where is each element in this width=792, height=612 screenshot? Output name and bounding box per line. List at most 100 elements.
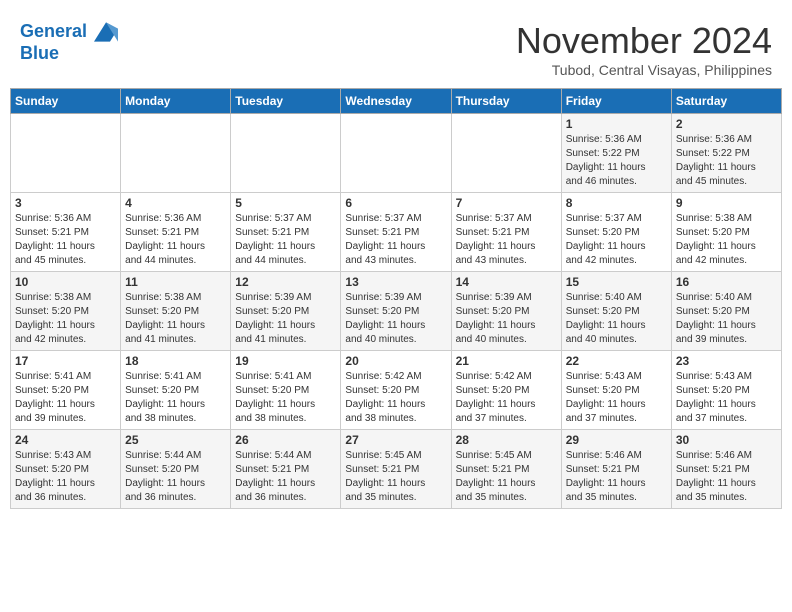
day-info: Sunrise: 5:38 AM Sunset: 5:20 PM Dayligh…: [676, 212, 777, 268]
calendar-cell: 3 Sunrise: 5:36 AM Sunset: 5:21 PM Daylig…: [11, 193, 121, 272]
day-number: 8: [566, 196, 667, 210]
weekday-header-saturday: Saturday: [671, 89, 781, 114]
day-number: 27: [345, 433, 446, 447]
calendar-cell: 14Sunrise: 5:39 AM Sunset: 5:20 PM Dayli…: [451, 272, 561, 351]
calendar-cell: 1 Sunrise: 5:36 AM Sunset: 5:22 PM Daylig…: [561, 114, 671, 193]
day-info: Sunrise: 5:44 AM Sunset: 5:20 PM Dayligh…: [125, 449, 226, 505]
day-info: Sunrise: 5:39 AM Sunset: 5:20 PM Dayligh…: [235, 291, 336, 347]
day-number: 12: [235, 275, 336, 289]
day-info: Sunrise: 5:36 AM Sunset: 5:21 PM Dayligh…: [15, 212, 116, 268]
calendar-cell: 16Sunrise: 5:40 AM Sunset: 5:20 PM Dayli…: [671, 272, 781, 351]
day-number: 10: [15, 275, 116, 289]
day-info: Sunrise: 5:39 AM Sunset: 5:20 PM Dayligh…: [456, 291, 557, 347]
calendar-cell: 12 Sunrise: 5:39 AM Sunset: 5:20 PM Dayli…: [231, 272, 341, 351]
calendar-cell: [121, 114, 231, 193]
weekday-header-friday: Friday: [561, 89, 671, 114]
calendar-week-row: 17 Sunrise: 5:41 AM Sunset: 5:20 PM Dayli…: [11, 351, 782, 430]
day-info: Sunrise: 5:36 AM Sunset: 5:22 PM Dayligh…: [676, 133, 777, 189]
day-number: 19: [235, 354, 336, 368]
calendar-cell: 26 Sunrise: 5:44 AM Sunset: 5:21 PM Dayli…: [231, 430, 341, 509]
day-info: Sunrise: 5:40 AM Sunset: 5:20 PM Dayligh…: [566, 291, 667, 347]
day-number: 21: [456, 354, 557, 368]
month-title: November 2024: [516, 20, 772, 62]
day-info: Sunrise: 5:37 AM Sunset: 5:21 PM Dayligh…: [345, 212, 446, 268]
calendar-table: SundayMondayTuesdayWednesdayThursdayFrid…: [10, 88, 782, 509]
day-info: Sunrise: 5:45 AM Sunset: 5:21 PM Dayligh…: [345, 449, 446, 505]
logo: General Blue: [20, 20, 118, 64]
day-info: Sunrise: 5:37 AM Sunset: 5:21 PM Dayligh…: [235, 212, 336, 268]
weekday-header-tuesday: Tuesday: [231, 89, 341, 114]
day-info: Sunrise: 5:43 AM Sunset: 5:20 PM Dayligh…: [676, 370, 777, 426]
day-info: Sunrise: 5:38 AM Sunset: 5:20 PM Dayligh…: [125, 291, 226, 347]
calendar-week-row: 3 Sunrise: 5:36 AM Sunset: 5:21 PM Daylig…: [11, 193, 782, 272]
day-number: 6: [345, 196, 446, 210]
day-info: Sunrise: 5:42 AM Sunset: 5:20 PM Dayligh…: [345, 370, 446, 426]
day-info: Sunrise: 5:45 AM Sunset: 5:21 PM Dayligh…: [456, 449, 557, 505]
day-number: 23: [676, 354, 777, 368]
page-header: General Blue November 2024 Tubod, Centra…: [10, 10, 782, 83]
day-number: 9: [676, 196, 777, 210]
day-info: Sunrise: 5:42 AM Sunset: 5:20 PM Dayligh…: [456, 370, 557, 426]
day-info: Sunrise: 5:41 AM Sunset: 5:20 PM Dayligh…: [235, 370, 336, 426]
calendar-cell: 7Sunrise: 5:37 AM Sunset: 5:21 PM Daylig…: [451, 193, 561, 272]
logo-text: General: [20, 20, 118, 44]
calendar-cell: 2Sunrise: 5:36 AM Sunset: 5:22 PM Daylig…: [671, 114, 781, 193]
day-info: Sunrise: 5:38 AM Sunset: 5:20 PM Dayligh…: [15, 291, 116, 347]
day-number: 3: [15, 196, 116, 210]
day-number: 15: [566, 275, 667, 289]
day-number: 18: [125, 354, 226, 368]
calendar-cell: [451, 114, 561, 193]
calendar-cell: 15 Sunrise: 5:40 AM Sunset: 5:20 PM Dayli…: [561, 272, 671, 351]
logo-blue-text: Blue: [20, 44, 118, 64]
day-number: 29: [566, 433, 667, 447]
calendar-cell: 21 Sunrise: 5:42 AM Sunset: 5:20 PM Dayli…: [451, 351, 561, 430]
calendar-week-row: 24Sunrise: 5:43 AM Sunset: 5:20 PM Dayli…: [11, 430, 782, 509]
calendar-cell: 4Sunrise: 5:36 AM Sunset: 5:21 PM Daylig…: [121, 193, 231, 272]
calendar-cell: 28Sunrise: 5:45 AM Sunset: 5:21 PM Dayli…: [451, 430, 561, 509]
calendar-cell: 10 Sunrise: 5:38 AM Sunset: 5:20 PM Dayli…: [11, 272, 121, 351]
day-number: 7: [456, 196, 557, 210]
calendar-cell: 23 Sunrise: 5:43 AM Sunset: 5:20 PM Dayli…: [671, 351, 781, 430]
day-info: Sunrise: 5:46 AM Sunset: 5:21 PM Dayligh…: [566, 449, 667, 505]
calendar-cell: 25Sunrise: 5:44 AM Sunset: 5:20 PM Dayli…: [121, 430, 231, 509]
title-block: November 2024 Tubod, Central Visayas, Ph…: [516, 20, 772, 78]
day-info: Sunrise: 5:40 AM Sunset: 5:20 PM Dayligh…: [676, 291, 777, 347]
calendar-cell: 17Sunrise: 5:41 AM Sunset: 5:20 PM Dayli…: [11, 351, 121, 430]
calendar-cell: 13Sunrise: 5:39 AM Sunset: 5:20 PM Dayli…: [341, 272, 451, 351]
calendar-cell: 22 Sunrise: 5:43 AM Sunset: 5:20 PM Dayli…: [561, 351, 671, 430]
day-number: 22: [566, 354, 667, 368]
weekday-header-row: SundayMondayTuesdayWednesdayThursdayFrid…: [11, 89, 782, 114]
weekday-header-wednesday: Wednesday: [341, 89, 451, 114]
day-info: Sunrise: 5:41 AM Sunset: 5:20 PM Dayligh…: [125, 370, 226, 426]
calendar-cell: 30 Sunrise: 5:46 AM Sunset: 5:21 PM Dayli…: [671, 430, 781, 509]
day-number: 1: [566, 117, 667, 131]
day-number: 20: [345, 354, 446, 368]
calendar-cell: 29 Sunrise: 5:46 AM Sunset: 5:21 PM Dayli…: [561, 430, 671, 509]
day-info: Sunrise: 5:36 AM Sunset: 5:22 PM Dayligh…: [566, 133, 667, 189]
logo-icon: [94, 20, 118, 44]
day-number: 26: [235, 433, 336, 447]
calendar-week-row: 1 Sunrise: 5:36 AM Sunset: 5:22 PM Daylig…: [11, 114, 782, 193]
calendar-cell: [11, 114, 121, 193]
calendar-cell: 11Sunrise: 5:38 AM Sunset: 5:20 PM Dayli…: [121, 272, 231, 351]
day-number: 17: [15, 354, 116, 368]
calendar-cell: 18 Sunrise: 5:41 AM Sunset: 5:20 PM Dayli…: [121, 351, 231, 430]
day-info: Sunrise: 5:44 AM Sunset: 5:21 PM Dayligh…: [235, 449, 336, 505]
calendar-cell: 19 Sunrise: 5:41 AM Sunset: 5:20 PM Dayli…: [231, 351, 341, 430]
day-info: Sunrise: 5:39 AM Sunset: 5:20 PM Dayligh…: [345, 291, 446, 347]
calendar-cell: 24Sunrise: 5:43 AM Sunset: 5:20 PM Dayli…: [11, 430, 121, 509]
day-info: Sunrise: 5:43 AM Sunset: 5:20 PM Dayligh…: [566, 370, 667, 426]
day-info: Sunrise: 5:37 AM Sunset: 5:20 PM Dayligh…: [566, 212, 667, 268]
calendar-cell: 9 Sunrise: 5:38 AM Sunset: 5:20 PM Daylig…: [671, 193, 781, 272]
day-number: 5: [235, 196, 336, 210]
day-info: Sunrise: 5:46 AM Sunset: 5:21 PM Dayligh…: [676, 449, 777, 505]
calendar-cell: 27 Sunrise: 5:45 AM Sunset: 5:21 PM Dayli…: [341, 430, 451, 509]
calendar-cell: 6 Sunrise: 5:37 AM Sunset: 5:21 PM Daylig…: [341, 193, 451, 272]
day-number: 24: [15, 433, 116, 447]
location-title: Tubod, Central Visayas, Philippines: [516, 62, 772, 78]
calendar-body: 1 Sunrise: 5:36 AM Sunset: 5:22 PM Daylig…: [11, 114, 782, 509]
calendar-cell: [231, 114, 341, 193]
calendar-week-row: 10 Sunrise: 5:38 AM Sunset: 5:20 PM Dayli…: [11, 272, 782, 351]
calendar-cell: 20 Sunrise: 5:42 AM Sunset: 5:20 PM Dayli…: [341, 351, 451, 430]
day-number: 30: [676, 433, 777, 447]
